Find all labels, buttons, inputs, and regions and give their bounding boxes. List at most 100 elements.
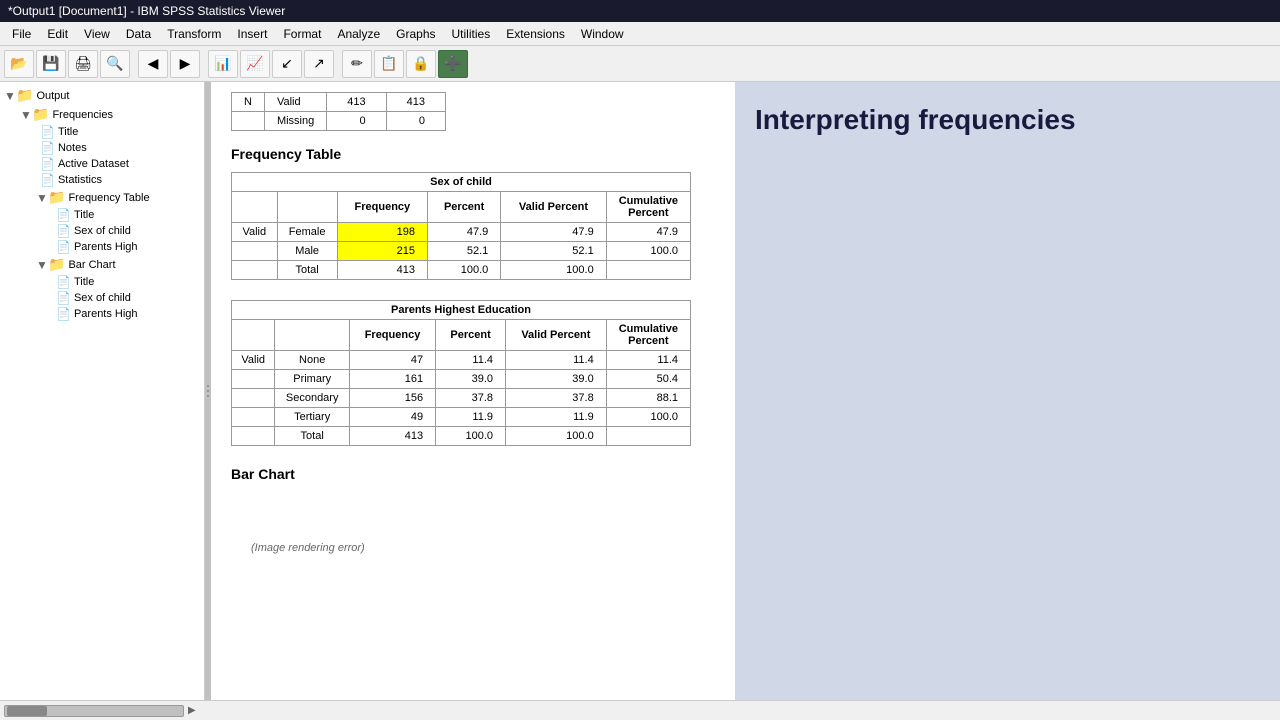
menu-format[interactable]: Format [275,25,329,43]
par-tertiary-vpct: 11.9 [506,408,607,427]
print-button[interactable]: 🖨 [68,50,98,78]
content-area[interactable]: N Valid 413 413 Missing 0 0 Frequency Ta… [211,82,735,700]
sidebar-item-bar-sex[interactable]: 📄 Sex of child [0,290,204,306]
open-button[interactable]: 📂 [4,50,34,78]
menu-file[interactable]: File [4,25,39,43]
sex-total-label: Total [277,261,337,280]
statistics-doc-icon: 📄 [40,173,55,187]
forward-button[interactable]: ▶ [170,50,200,78]
par-primary-label: Primary [275,370,349,389]
par-tertiary-freq: 49 [349,408,435,427]
par-total-vpct: 100.0 [506,427,607,446]
back-button[interactable]: ◀ [138,50,168,78]
par-secondary-cpct: 88.1 [606,389,690,408]
freq-table-folder-icon: 📁 [48,189,65,206]
par-total-cat [232,427,275,446]
menu-data[interactable]: Data [118,25,159,43]
menu-edit[interactable]: Edit [39,25,76,43]
table-row: Tertiary 49 11.9 11.9 100.0 [232,408,691,427]
sex-col-pct: Percent [428,192,501,223]
par-primary-vpct: 39.0 [506,370,607,389]
main-layout: ▼ 📁 Output ▼ 📁 Frequencies 📄 Title 📄 Not… [0,82,1280,700]
sidebar-item-bar-chart[interactable]: ▼ 📁 Bar Chart [0,255,204,274]
sidebar-item-bar-title[interactable]: 📄 Title [0,274,204,290]
active-dataset-doc-icon: 📄 [40,157,55,171]
import-button[interactable]: ↙ [272,50,302,78]
sex-female-pct: 47.9 [428,223,501,242]
scrollbar-thumb[interactable] [7,706,47,716]
output-folder-icon: 📁 [16,87,33,104]
par-col-pct: Percent [436,320,506,351]
sex-male-freq: 215 [337,242,427,261]
horizontal-scrollbar[interactable] [4,705,184,717]
chart-button2[interactable]: 📈 [240,50,270,78]
sex-total-freq: 413 [337,261,427,280]
sex-female-freq: 198 [337,223,427,242]
sidebar-item-active-dataset[interactable]: 📄 Active Dataset [0,156,204,172]
sidebar-item-bar-parents[interactable]: 📄 Parents High [0,306,204,322]
freq-title-doc-icon: 📄 [56,208,71,222]
sidebar-item-frequencies[interactable]: ▼ 📁 Frequencies [0,105,204,124]
statistics-label: Statistics [58,174,102,186]
sex-col-cpct: Cumulative Percent [606,192,690,223]
par-none-vpct: 11.4 [506,351,607,370]
valid-parents: 413 [386,93,445,112]
bar-title-doc-icon: 📄 [56,275,71,289]
sex-doc-icon: 📄 [56,224,71,238]
menu-view[interactable]: View [76,25,118,43]
par-valid-label: Valid [232,351,275,370]
missing-label: Missing [264,112,326,131]
par-total-pct: 100.0 [436,427,506,446]
menu-analyze[interactable]: Analyze [329,25,388,43]
sidebar-item-parents-high[interactable]: 📄 Parents High [0,239,204,255]
export-button[interactable]: ↗ [304,50,334,78]
par-tertiary-cpct: 100.0 [606,408,690,427]
bar-chart-label: Bar Chart [68,259,115,271]
par-total-label: Total [275,427,349,446]
table-row: Valid None 47 11.4 11.4 11.4 [232,351,691,370]
lock-button[interactable]: 🔒 [406,50,436,78]
sidebar-item-output[interactable]: ▼ 📁 Output [0,86,204,105]
save-button[interactable]: 💾 [36,50,66,78]
menu-insert[interactable]: Insert [229,25,275,43]
menu-window[interactable]: Window [573,25,632,43]
notes-label: Notes [58,142,87,154]
add-button[interactable]: ➕ [438,50,468,78]
valid-sex: 413 [327,93,386,112]
sex-male-pct: 52.1 [428,242,501,261]
par-tertiary-label: Tertiary [275,408,349,427]
sidebar-item-statistics[interactable]: 📄 Statistics [0,172,204,188]
sex-male-vpct: 52.1 [501,242,606,261]
menu-transform[interactable]: Transform [159,25,229,43]
par-col-freq: Frequency [349,320,435,351]
sex-female-vpct: 47.9 [501,223,606,242]
sex-female-cpct: 47.9 [606,223,690,242]
scrollbar-area[interactable]: ▶ [0,700,1280,720]
edit-button[interactable]: ✏ [342,50,372,78]
sidebar-item-sex-of-child[interactable]: 📄 Sex of child [0,223,204,239]
chart-button1[interactable]: 📊 [208,50,238,78]
search-button[interactable]: 🔍 [100,50,130,78]
n-empty [232,112,265,131]
frequency-table-title: Frequency Table [231,146,715,162]
title1-doc-icon: 📄 [40,125,55,139]
sidebar: ▼ 📁 Output ▼ 📁 Frequencies 📄 Title 📄 Not… [0,82,205,700]
sex-male-cpct: 100.0 [606,242,690,261]
menu-graphs[interactable]: Graphs [388,25,443,43]
par-col-vpct: Valid Percent [506,320,607,351]
sidebar-item-title1[interactable]: 📄 Title [0,124,204,140]
sidebar-item-frequency-table[interactable]: ▼ 📁 Frequency Table [0,188,204,207]
table-row: Total 413 100.0 100.0 [232,261,691,280]
par-tertiary-cat [232,408,275,427]
clipboard-button[interactable]: 📋 [374,50,404,78]
sidebar-item-freq-title[interactable]: 📄 Title [0,207,204,223]
menu-extensions[interactable]: Extensions [498,25,573,43]
scroll-arrow-right[interactable]: ▶ [188,705,196,716]
sex-female-label: Female [277,223,337,242]
table-row: Secondary 156 37.8 37.8 88.1 [232,389,691,408]
menu-utilities[interactable]: Utilities [444,25,499,43]
parents-table-title: Parents Highest Education [232,301,691,320]
bar-sex-label: Sex of child [74,292,131,304]
bar-parents-label: Parents High [74,308,138,320]
sidebar-item-notes[interactable]: 📄 Notes [0,140,204,156]
